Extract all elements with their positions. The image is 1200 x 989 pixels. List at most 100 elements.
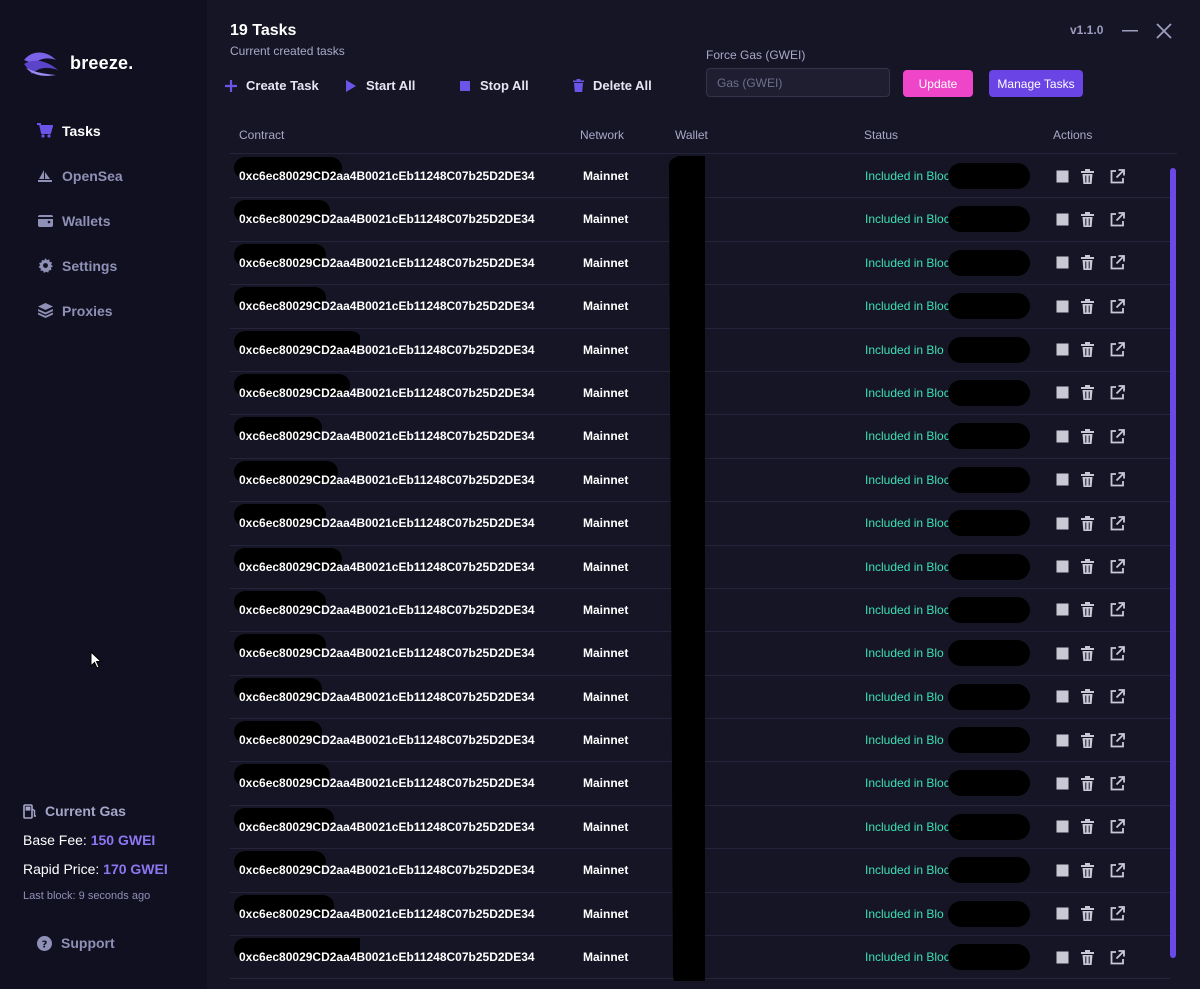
manage-tasks-button[interactable]: Manage Tasks [989,70,1083,97]
contract-address: 0xc6ec80029CD2aa4B0021cEb11248C07b25D2DE… [239,299,535,314]
column-header-contract: Contract [239,128,285,142]
start-all-label: Start All [366,78,416,93]
delete-task-icon[interactable] [1078,861,1096,879]
support-link[interactable]: ? Support [37,935,115,951]
status-redaction [948,596,1030,623]
stop-task-icon[interactable] [1053,818,1071,836]
column-header-wallet: Wallet [675,128,708,142]
stop-task-icon[interactable] [1053,688,1071,706]
delete-task-icon[interactable] [1078,297,1096,315]
stop-task-icon[interactable] [1053,601,1071,619]
gas-input[interactable] [706,68,890,97]
open-external-icon[interactable] [1108,384,1126,402]
delete-task-icon[interactable] [1078,384,1096,402]
base-fee-value: 150 GWEI [90,832,156,848]
open-external-icon[interactable] [1108,774,1126,792]
open-external-icon[interactable] [1108,341,1126,359]
minimize-icon[interactable] [1121,22,1139,38]
stop-task-icon[interactable] [1053,210,1071,228]
sidebar-item-opensea[interactable]: OpenSea [0,153,207,198]
network-cell: Mainnet [583,472,629,487]
open-external-icon[interactable] [1108,558,1126,576]
delete-task-icon[interactable] [1078,558,1096,576]
base-fee-row: Base Fee: 150 GWEI [23,832,203,848]
trash-icon [573,79,584,92]
delete-all-button[interactable]: Delete All [573,78,652,93]
stop-task-icon[interactable] [1053,297,1071,315]
open-external-icon[interactable] [1108,731,1126,749]
stop-task-icon[interactable] [1053,558,1071,576]
column-header-network: Network [580,128,625,142]
create-task-button[interactable]: Create Task [225,78,319,93]
open-external-icon[interactable] [1108,514,1126,532]
stop-task-icon[interactable] [1053,731,1071,749]
stop-task-icon[interactable] [1053,471,1071,489]
status-redaction [948,944,1030,971]
open-external-icon[interactable] [1108,427,1126,445]
delete-task-icon[interactable] [1078,167,1096,185]
status-redaction [948,640,1030,667]
contract-address: 0xc6ec80029CD2aa4B0021cEb11248C07b25D2DE… [239,950,535,965]
stop-task-icon[interactable] [1053,905,1071,923]
status-redaction [948,510,1030,537]
sidebar-item-wallets[interactable]: Wallets [0,198,207,243]
stop-task-icon[interactable] [1053,774,1071,792]
open-external-icon[interactable] [1108,905,1126,923]
stop-task-icon[interactable] [1053,384,1071,402]
current-gas-title: Current Gas [45,803,126,819]
delete-task-icon[interactable] [1078,731,1096,749]
open-external-icon[interactable] [1108,167,1126,185]
sidebar-item-proxies[interactable]: Proxies [0,288,207,333]
status-cell: Included in Bloc [865,559,950,574]
contract-address: 0xc6ec80029CD2aa4B0021cEb11248C07b25D2DE… [239,776,535,791]
delete-task-icon[interactable] [1078,254,1096,272]
open-external-icon[interactable] [1108,471,1126,489]
open-external-icon[interactable] [1108,254,1126,272]
stop-all-button[interactable]: Stop All [459,78,529,93]
delete-task-icon[interactable] [1078,210,1096,228]
stop-task-icon[interactable] [1053,341,1071,359]
delete-task-icon[interactable] [1078,644,1096,662]
mouse-cursor-icon [90,651,102,669]
contract-address: 0xc6ec80029CD2aa4B0021cEb11248C07b25D2DE… [239,255,535,270]
delete-task-icon[interactable] [1078,601,1096,619]
delete-task-icon[interactable] [1078,905,1096,923]
delete-task-icon[interactable] [1078,471,1096,489]
open-external-icon[interactable] [1108,861,1126,879]
open-external-icon[interactable] [1108,818,1126,836]
stop-task-icon[interactable] [1053,644,1071,662]
status-redaction [948,857,1030,884]
start-all-button[interactable]: Start All [345,78,415,93]
open-external-icon[interactable] [1108,210,1126,228]
sidebar-item-settings[interactable]: Settings [0,243,207,288]
update-button[interactable]: Update [903,70,973,97]
open-external-icon[interactable] [1108,601,1126,619]
stop-task-icon[interactable] [1053,514,1071,532]
status-redaction [948,900,1030,927]
stop-task-icon[interactable] [1053,254,1071,272]
status-cell: Included in Blo [865,733,944,748]
sailboat-icon [37,168,53,184]
delete-task-icon[interactable] [1078,688,1096,706]
stop-task-icon[interactable] [1053,427,1071,445]
delete-task-icon[interactable] [1078,427,1096,445]
network-cell: Mainnet [583,950,629,965]
brand[interactable]: breeze. [22,48,133,78]
stop-task-icon[interactable] [1053,861,1071,879]
current-gas-panel: Current Gas Base Fee: 150 GWEI Rapid Pri… [23,803,203,902]
sidebar-item-tasks[interactable]: Tasks [0,108,207,153]
delete-task-icon[interactable] [1078,948,1096,966]
stop-task-icon[interactable] [1053,167,1071,185]
stop-task-icon[interactable] [1053,948,1071,966]
open-external-icon[interactable] [1108,688,1126,706]
delete-task-icon[interactable] [1078,774,1096,792]
open-external-icon[interactable] [1108,948,1126,966]
open-external-icon[interactable] [1108,297,1126,315]
delete-task-icon[interactable] [1078,818,1096,836]
delete-task-icon[interactable] [1078,514,1096,532]
delete-task-icon[interactable] [1078,341,1096,359]
contract-address: 0xc6ec80029CD2aa4B0021cEb11248C07b25D2DE… [239,169,535,183]
close-icon[interactable] [1155,22,1173,40]
open-external-icon[interactable] [1108,644,1126,662]
table-scrollbar[interactable] [1170,168,1176,958]
